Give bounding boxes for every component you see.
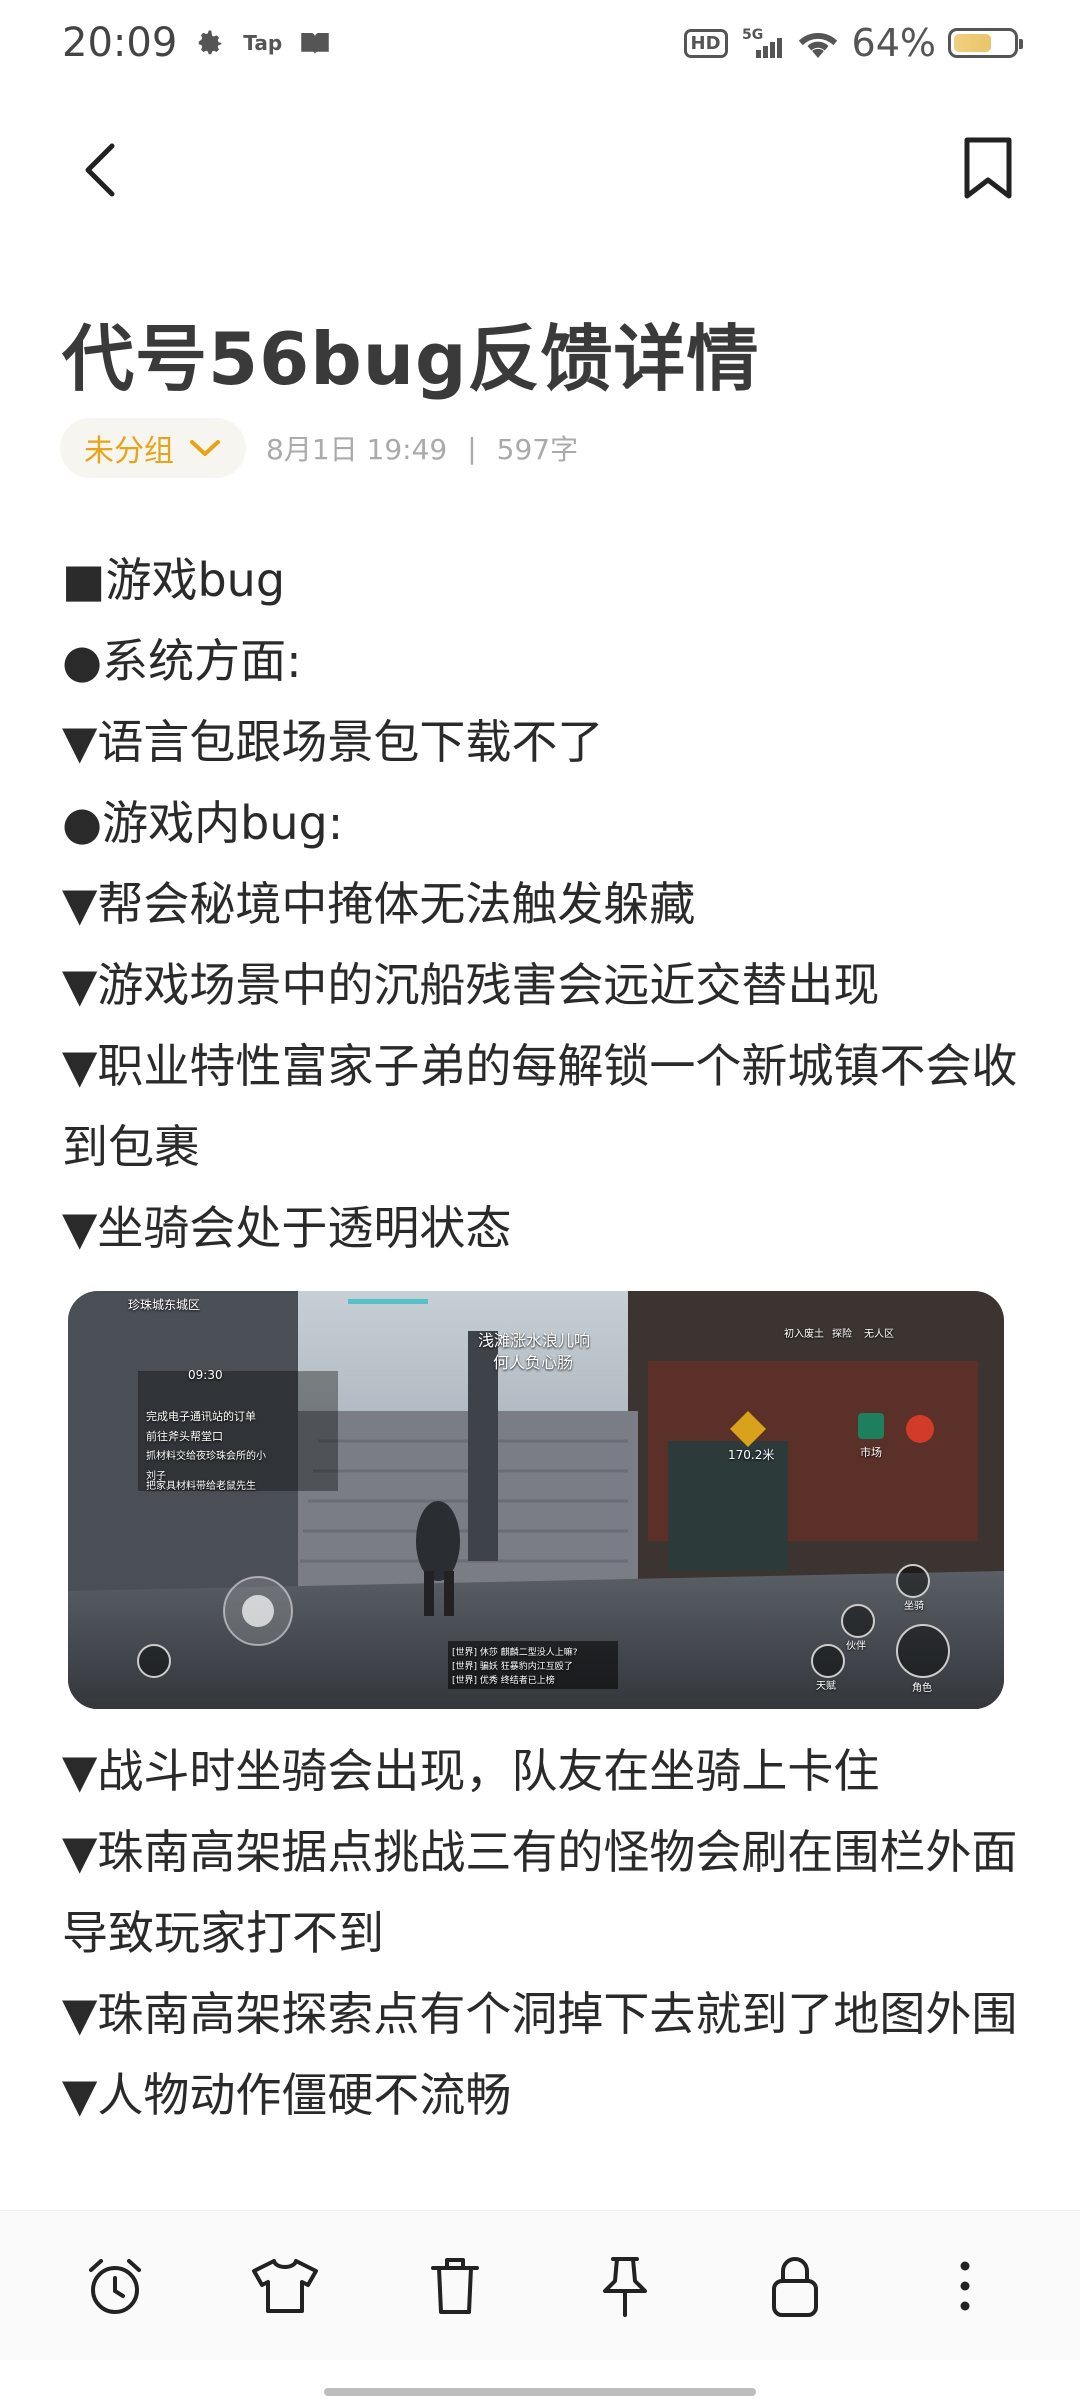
center-text-1: 浅滩涨水浪儿响	[478, 1331, 591, 1350]
lock-icon	[772, 2256, 818, 2317]
book-icon	[300, 30, 330, 56]
pin-button[interactable]	[580, 2241, 670, 2331]
note-title[interactable]: 代号56bug反馈详情	[62, 300, 760, 405]
alarm-clock-icon	[89, 2258, 141, 2314]
note-line: ▼帮会秘境中掩体无法触发躲藏	[62, 877, 696, 931]
note-line: ▼战斗时坐骑会出现，队友在坐骑上卡住	[62, 1744, 880, 1798]
note-line: ▼坐骑会处于透明状态	[62, 1201, 512, 1255]
note-line: ●系统方面:	[62, 634, 302, 688]
top-icon-label[interactable]: 探险	[832, 1325, 852, 1345]
signal-icon: 5G	[742, 26, 784, 60]
status-bar: 20:09 Tap HD 5G 64%	[0, 0, 1080, 86]
svg-text:5G: 5G	[742, 27, 763, 43]
distance-label: 170.2米	[728, 1448, 775, 1462]
right-label[interactable]: 伙伴	[846, 1637, 866, 1657]
chat-line: [世界] 优秀 终结者已上榜	[452, 1676, 555, 1686]
reminder-button[interactable]	[70, 2241, 160, 2331]
more-icon	[960, 2261, 970, 2310]
note-line: ▼人物动作僵硬不流畅	[62, 2068, 512, 2122]
wifi-icon	[798, 28, 838, 58]
game-screenshot-image[interactable]: 珍珠城东城区 09:30 浅滩涨水浪儿响 何人负心肠 完成电子通讯站的订单 前往…	[68, 1291, 1004, 1709]
meta-separator: |	[467, 431, 477, 465]
quest-item[interactable]: 完成电子通讯站的订单	[146, 1407, 256, 1427]
note-body[interactable]: ■游戏bug ●系统方面: ▼语言包跟场景包下载不了 ●游戏内bug: ▼帮会秘…	[62, 540, 1032, 2136]
right-label[interactable]: 坐骑	[904, 1597, 924, 1617]
back-button[interactable]	[60, 130, 140, 210]
note-line: ■游戏bug	[62, 553, 286, 607]
more-button[interactable]	[920, 2241, 1010, 2331]
note-line: ▼珠南高架探索点有个洞掉下去就到了地图外围	[62, 1987, 1018, 2041]
quest-item[interactable]: 把家具材料带给老鼠先生	[146, 1477, 256, 1497]
word-count: 597字	[496, 433, 579, 466]
note-line: ▼珠南高架据点挑战三有的怪物会刷在围栏外面导致玩家打不到	[62, 1825, 1018, 1960]
chevron-down-icon	[190, 440, 220, 456]
note-line: ▼游戏场景中的沉船残害会远近交替出现	[62, 958, 880, 1012]
trash-icon	[431, 2257, 479, 2314]
theme-button[interactable]	[240, 2241, 330, 2331]
note-meta: 未分组 8月1日 19:49 | 597字	[60, 418, 578, 478]
bookmark-button[interactable]	[948, 124, 1028, 214]
right-label[interactable]: 角色	[912, 1679, 932, 1699]
shirt-icon	[252, 2258, 318, 2313]
top-icon-label[interactable]: 无人区	[864, 1325, 894, 1345]
chevron-left-icon	[85, 143, 115, 197]
lock-button[interactable]	[750, 2241, 840, 2331]
battery-icon	[948, 28, 1023, 58]
note-line: ▼语言包跟场景包下载不了	[62, 715, 604, 769]
hd-badge: HD	[683, 28, 728, 58]
note-header	[0, 110, 1080, 230]
bookmark-icon	[964, 137, 1012, 199]
group-label: 未分组	[84, 434, 174, 469]
center-text-2: 何人负心肠	[493, 1353, 574, 1372]
quest-item[interactable]: 前往斧头帮堂口	[146, 1427, 223, 1447]
tap-app-icon: Tap	[243, 31, 283, 55]
note-line: ▼职业特性富家子弟的每解锁一个新城镇不会收到包裹	[62, 1039, 1018, 1174]
top-icon-label[interactable]: 初入废土	[784, 1325, 824, 1345]
pin-icon	[603, 2256, 647, 2317]
right-label[interactable]: 天赋	[816, 1677, 836, 1697]
delete-button[interactable]	[410, 2241, 500, 2331]
market-label: 市场	[860, 1446, 882, 1459]
time-label: 09:30	[188, 1368, 223, 1382]
bottom-toolbar	[0, 2210, 1080, 2360]
status-time: 20:09	[62, 20, 178, 66]
battery-percent: 64%	[851, 21, 936, 65]
group-selector[interactable]: 未分组	[60, 418, 246, 478]
home-indicator[interactable]	[324, 2388, 756, 2396]
zone-label: 珍珠城东城区	[128, 1298, 201, 1312]
note-date: 8月1日 19:49	[266, 433, 448, 466]
note-line: ●游戏内bug:	[62, 796, 344, 850]
gear-icon	[195, 28, 225, 58]
